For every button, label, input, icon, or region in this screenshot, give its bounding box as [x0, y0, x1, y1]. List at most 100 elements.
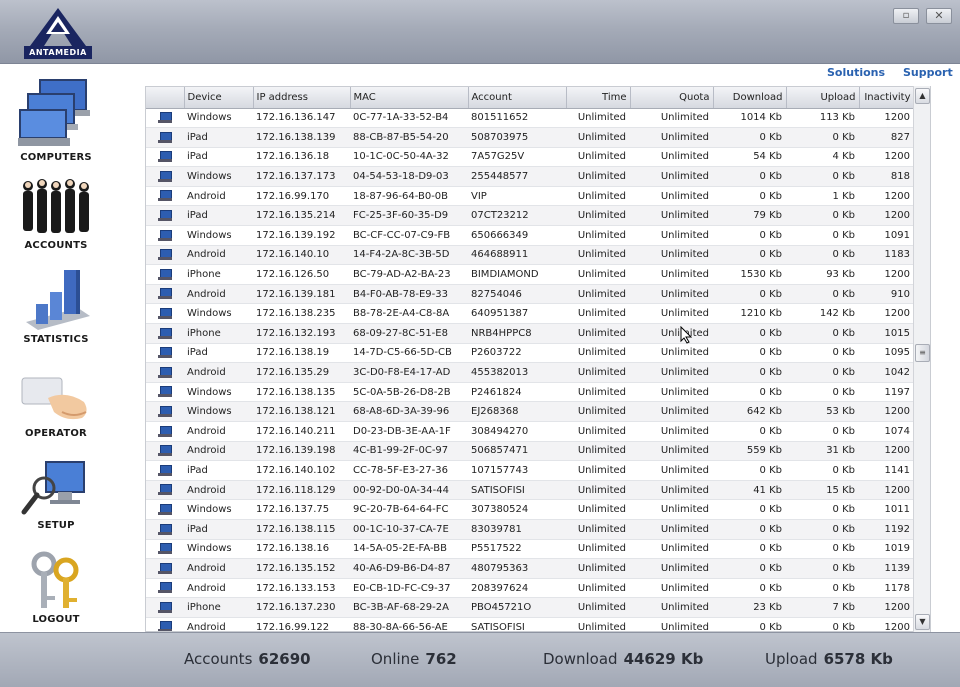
solutions-link[interactable]: Solutions: [827, 66, 885, 79]
table-row[interactable]: Windows 172.16.137.173 04-54-53-18-D9-03 25…: [146, 166, 914, 187]
sidebar-item-computers[interactable]: COMPUTERS: [0, 74, 112, 163]
table-row[interactable]: iPad 172.16.140.102 CC-78-5F-E3-27-36 10715…: [146, 460, 914, 481]
cell-download: 23 Kb: [713, 597, 786, 618]
vertical-scrollbar[interactable]: ▲ ≡ ▼: [913, 86, 930, 632]
sidebar-item-setup[interactable]: SETUP: [0, 458, 112, 531]
cell-upload: 0 Kb: [786, 343, 859, 364]
table-row[interactable]: Windows 172.16.138.135 5C-0A-5B-26-D8-2B P2…: [146, 382, 914, 403]
column-header-mac[interactable]: MAC: [350, 87, 469, 109]
row-computer-icon-cell: [146, 108, 184, 129]
sidebar-label-accounts: ACCOUNTS: [24, 240, 88, 251]
cell-download: 1014 Kb: [713, 108, 786, 129]
column-header-download[interactable]: Download: [713, 87, 787, 109]
cell-device: iPad: [184, 205, 253, 227]
cell-ip: 172.16.138.135: [253, 382, 350, 403]
cell-download: 559 Kb: [713, 441, 786, 462]
computer-icon: [158, 484, 172, 496]
sidebar-item-statistics[interactable]: STATISTICS: [0, 264, 112, 345]
column-header-quota[interactable]: Quota: [630, 87, 714, 109]
cell-quota: Unlimited: [630, 421, 713, 442]
cell-time: Unlimited: [566, 617, 630, 631]
status-download-label: Download: [543, 650, 618, 668]
column-header-icon[interactable]: [146, 87, 185, 109]
cell-inactivity: 1192: [859, 519, 914, 540]
status-upload-label: Upload: [765, 650, 818, 668]
cell-ip: 172.16.136.147: [253, 108, 350, 129]
table-row[interactable]: iPad 172.16.135.214 FC-25-3F-60-35-D9 07CT2…: [146, 205, 914, 227]
column-header-inactivity[interactable]: Inactivity: [859, 87, 915, 109]
table-row[interactable]: Windows 172.16.137.75 9C-20-7B-64-64-FC 307…: [146, 499, 914, 520]
cell-time: Unlimited: [566, 480, 630, 501]
cell-mac: 5C-0A-5B-26-D8-2B: [350, 382, 468, 403]
column-header-account[interactable]: Account: [468, 87, 567, 109]
column-header-ip[interactable]: IP address: [253, 87, 351, 109]
table-row[interactable]: Android 172.16.99.122 88-30-8A-66-56-AE SAT…: [146, 617, 914, 631]
cell-ip: 172.16.140.10: [253, 245, 350, 266]
cell-inactivity: 1091: [859, 225, 914, 246]
sidebar-label-operator: OPERATOR: [25, 428, 87, 439]
table-row[interactable]: iPhone 172.16.137.230 BC-3B-AF-68-29-2A PBO…: [146, 597, 914, 618]
cell-ip: 172.16.137.173: [253, 166, 350, 187]
cell-inactivity: 1200: [859, 205, 914, 227]
cell-ip: 172.16.138.115: [253, 519, 350, 540]
cell-mac: B8-78-2E-A4-C8-8A: [350, 303, 468, 325]
table-row[interactable]: Windows 172.16.138.121 68-A8-6D-3A-39-96 EJ…: [146, 401, 914, 422]
table-row[interactable]: Android 172.16.99.170 18-87-96-64-B0-0B VIP…: [146, 186, 914, 207]
cell-account: 307380524: [468, 499, 566, 520]
table-row[interactable]: Windows 172.16.138.16 14-5A-05-2E-FA-BB P55…: [146, 539, 914, 560]
table-row[interactable]: Windows 172.16.138.235 B8-78-2E-A4-C8-8A 64…: [146, 303, 914, 325]
cell-time: Unlimited: [566, 323, 630, 344]
table-row[interactable]: iPhone 172.16.132.193 68-09-27-8C-51-E8 NRB…: [146, 323, 914, 344]
cell-device: iPad: [184, 147, 253, 168]
table-row[interactable]: iPhone 172.16.126.50 BC-79-AD-A2-BA-23 BIMD…: [146, 264, 914, 285]
cell-upload: 0 Kb: [786, 362, 859, 383]
column-header-upload[interactable]: Upload: [786, 87, 860, 109]
cell-time: Unlimited: [566, 205, 630, 227]
row-computer-icon-cell: [146, 343, 184, 364]
cell-quota: Unlimited: [630, 264, 713, 285]
cell-account: P2603722: [468, 343, 566, 364]
scroll-thumb[interactable]: ≡: [915, 344, 930, 362]
cell-quota: Unlimited: [630, 382, 713, 403]
cell-account: 255448577: [468, 166, 566, 187]
cell-quota: Unlimited: [630, 186, 713, 207]
cell-quota: Unlimited: [630, 225, 713, 246]
scroll-down-button[interactable]: ▼: [915, 614, 930, 630]
sidebar-item-accounts[interactable]: ACCOUNTS: [0, 176, 112, 251]
table-row[interactable]: Android 172.16.135.152 40-A6-D9-B6-D4-87 48…: [146, 558, 914, 579]
computer-icon: [158, 131, 172, 143]
table-row[interactable]: Windows 172.16.139.192 BC-CF-CC-07-C9-FB 65…: [146, 225, 914, 246]
sidebar-item-operator[interactable]: OPERATOR: [0, 372, 112, 439]
cell-mac: 18-87-96-64-B0-0B: [350, 186, 468, 207]
table-row[interactable]: Android 172.16.118.129 00-92-D0-0A-34-44 SA…: [146, 480, 914, 501]
support-link[interactable]: Support: [903, 66, 953, 79]
minimize-button[interactable]: ▫: [893, 8, 919, 24]
table-row[interactable]: Windows 172.16.136.147 0C-77-1A-33-52-B4 80…: [146, 108, 914, 129]
cell-device: Android: [184, 441, 253, 462]
computer-icon: [158, 210, 172, 222]
status-upload-value: 6578 Kb: [823, 650, 893, 668]
table-row[interactable]: Android 172.16.133.153 E0-CB-1D-FC-C9-37 20…: [146, 578, 914, 599]
column-header-time[interactable]: Time: [566, 87, 631, 109]
table-row[interactable]: iPad 172.16.138.115 00-1C-10-37-CA-7E 83039…: [146, 519, 914, 540]
close-button[interactable]: ✕: [926, 8, 952, 24]
column-header-device[interactable]: Device: [184, 87, 254, 109]
cell-account: 308494270: [468, 421, 566, 442]
scroll-up-button[interactable]: ▲: [915, 88, 930, 104]
table-row[interactable]: iPad 172.16.138.19 14-7D-C5-66-5D-CB P26037…: [146, 343, 914, 364]
table-row[interactable]: iPad 172.16.138.139 88-CB-87-B5-54-20 50870…: [146, 127, 914, 148]
cell-ip: 172.16.132.193: [253, 323, 350, 344]
table-row[interactable]: Android 172.16.139.181 B4-F0-AB-78-E9-33 82…: [146, 284, 914, 305]
cell-time: Unlimited: [566, 303, 630, 325]
status-download-value: 44629 Kb: [623, 650, 704, 668]
cell-device: Android: [184, 421, 253, 442]
table-row[interactable]: Android 172.16.140.211 D0-23-DB-3E-AA-1F 30…: [146, 421, 914, 442]
table-row[interactable]: Android 172.16.135.29 3C-D0-F8-E4-17-AD 455…: [146, 362, 914, 383]
cell-upload: 142 Kb: [786, 303, 859, 325]
table-row[interactable]: iPad 172.16.136.18 10-1C-0C-50-4A-32 7A57G2…: [146, 147, 914, 168]
sidebar-item-logout[interactable]: LOGOUT: [0, 550, 112, 625]
table-row[interactable]: Android 172.16.139.198 4C-B1-99-2F-0C-97 50…: [146, 441, 914, 462]
table-row[interactable]: Android 172.16.140.10 14-F4-2A-8C-3B-5D 464…: [146, 245, 914, 266]
computers-table: Device IP address MAC Account Time Quota…: [145, 86, 931, 632]
statistics-icon: [26, 270, 90, 330]
